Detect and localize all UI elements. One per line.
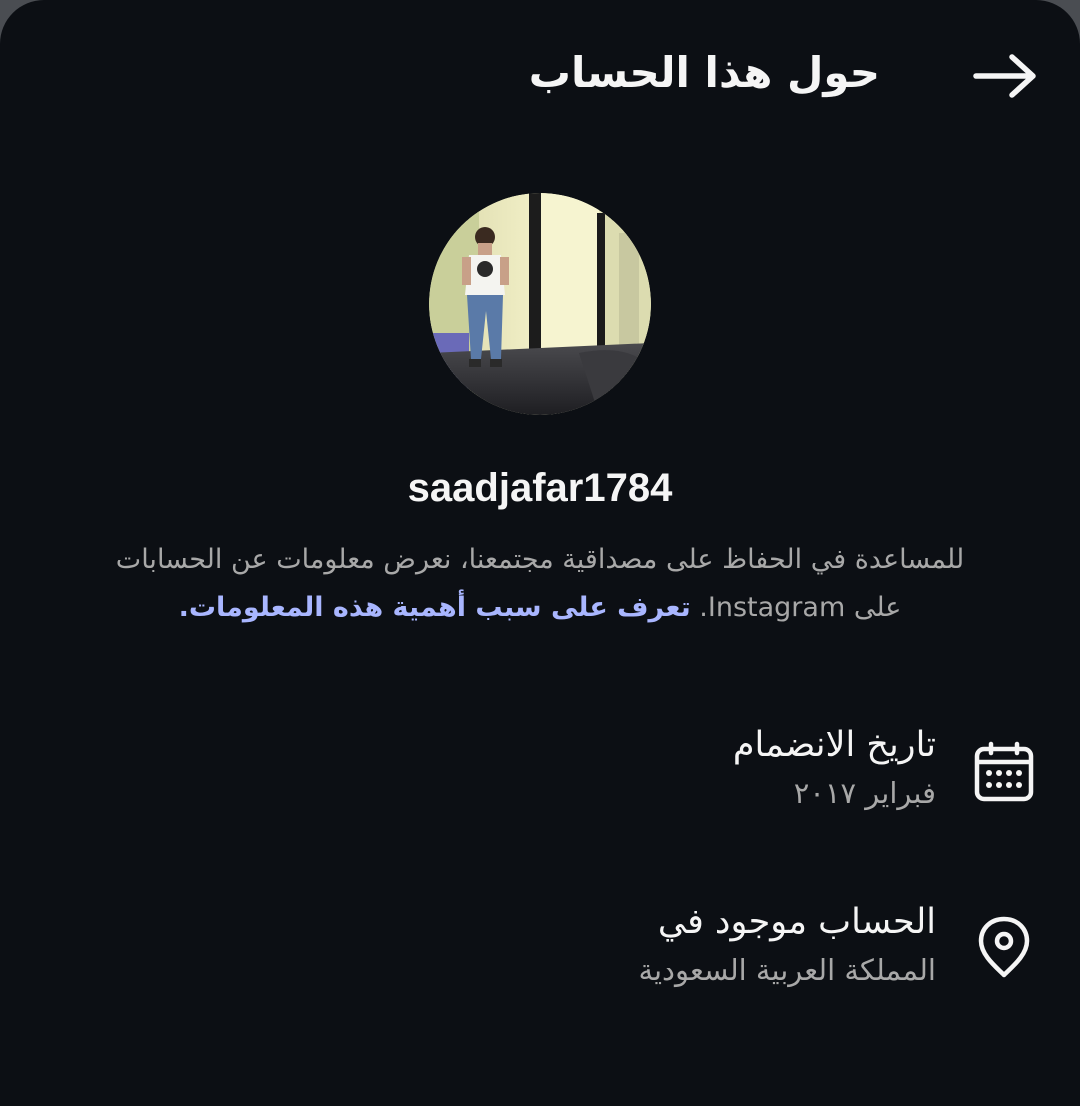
username: saadjafar1784 — [407, 466, 673, 510]
joined-date-label: تاريخ الانضمام — [732, 725, 936, 765]
back-button[interactable] — [970, 48, 1040, 104]
joined-date-text: تاريخ الانضمام فبراير ٢٠١٧ — [733, 720, 936, 816]
joined-date-row: تاريخ الانضمام فبراير ٢٠١٧ — [100, 720, 1036, 830]
arrow-right-icon — [973, 54, 1036, 98]
joined-date-value: فبراير ٢٠١٧ — [793, 776, 936, 810]
learn-more-link[interactable]: تعرف على سبب أهمية هذه المعلومات. — [179, 592, 691, 623]
page-title: حول هذا الحساب — [528, 48, 880, 97]
account-location-value: المملكة العربية السعودية — [638, 953, 936, 987]
header: حول هذا الحساب — [0, 0, 1080, 150]
account-location-text: الحساب موجود في المملكة العربية السعودية — [638, 897, 936, 993]
about-account-sheet: حول هذا الحساب saadjafar1784 للمساعدة في… — [0, 0, 1080, 1106]
account-location-label: الحساب موجود في — [657, 902, 936, 942]
avatar[interactable] — [429, 193, 651, 415]
account-location-row: الحساب موجود في المملكة العربية السعودية — [100, 897, 1036, 1007]
disclaimer-text: للمساعدة في الحفاظ على مصداقية مجتمعنا، … — [100, 536, 980, 632]
calendar-icon — [972, 740, 1036, 804]
location-pin-icon — [972, 915, 1036, 979]
